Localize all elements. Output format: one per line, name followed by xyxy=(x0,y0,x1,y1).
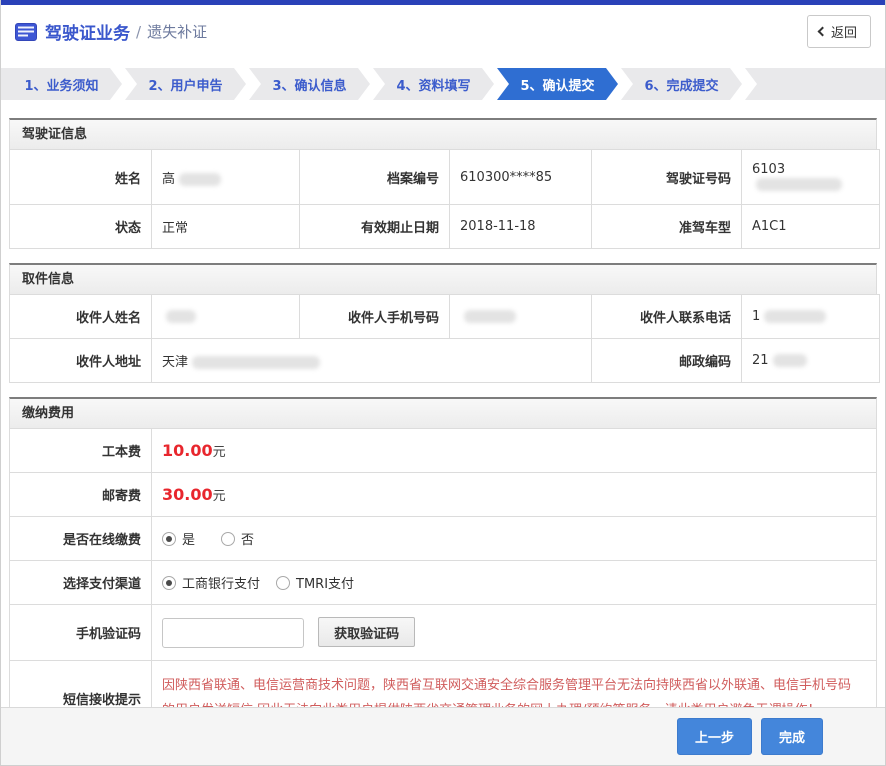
field-label-work-fee: 工本费 xyxy=(10,429,152,473)
table-row: 手机验证码 获取验证码 xyxy=(10,605,877,661)
section-license-info: 驾驶证信息 姓名 高 档案编号 610300****85 驾驶证号码 6103 … xyxy=(9,118,877,249)
table-row: 是否在线缴费 是 否 xyxy=(10,517,877,561)
field-value-recipient-address: 天津 xyxy=(152,339,592,383)
redacted-value xyxy=(192,356,320,369)
table-row: 收件人地址 天津 邮政编码 21 xyxy=(10,339,880,383)
chevron-left-icon xyxy=(818,27,828,37)
field-value-status: 正常 xyxy=(152,205,300,249)
section-title-license: 驾驶证信息 xyxy=(9,118,877,149)
field-label-file-no: 档案编号 xyxy=(300,150,450,205)
step-5-confirm-submit[interactable]: 5、确认提交 xyxy=(497,68,618,100)
field-value-recipient-phone: 1 xyxy=(742,295,880,339)
radio-online-pay-yes[interactable]: 是 xyxy=(162,529,195,548)
work-fee-unit: 元 xyxy=(213,445,226,460)
field-value-name: 高 xyxy=(152,150,300,205)
back-button[interactable]: 返回 xyxy=(807,15,871,48)
section-title-delivery: 取件信息 xyxy=(9,263,877,294)
radio-icon-checked[interactable] xyxy=(162,576,176,590)
field-label-status: 状态 xyxy=(10,205,152,249)
field-value-recipient-name xyxy=(152,295,300,339)
field-value-online-pay: 是 否 xyxy=(152,517,877,561)
sms-notice-text: 因陕西省联通、电信运营商技术问题，陕西省互联网交通安全综合服务管理平台无法向持陕… xyxy=(162,673,866,707)
radio-icon-unchecked[interactable] xyxy=(221,532,235,546)
previous-step-button[interactable]: 上一步 xyxy=(677,718,752,755)
post-fee-unit: 元 xyxy=(213,489,226,504)
step-progress-bar: 1、业务须知 2、用户申告 3、确认信息 4、资料填写 5、确认提交 6、完成提… xyxy=(1,68,885,100)
field-label-recipient-name: 收件人姓名 xyxy=(10,295,152,339)
field-label-license-no: 驾驶证号码 xyxy=(592,150,742,205)
step-4-fill-data[interactable]: 4、资料填写 xyxy=(373,68,494,100)
table-row: 状态 正常 有效期止日期 2018-11-18 准驾车型 A1C1 xyxy=(10,205,880,249)
field-label-name: 姓名 xyxy=(10,150,152,205)
breadcrumb-current: 遗失补证 xyxy=(147,21,207,42)
page-header: 驾驶证业务 / 遗失补证 返回 xyxy=(1,5,885,58)
main-content: 驾驶证信息 姓名 高 档案编号 610300****85 驾驶证号码 6103 … xyxy=(1,100,885,707)
redacted-value xyxy=(764,310,826,323)
work-fee-amount: 10.00 xyxy=(162,441,213,460)
redacted-value xyxy=(166,310,196,323)
radio-icon-unchecked[interactable] xyxy=(276,576,290,590)
field-label-vehicle-class: 准驾车型 xyxy=(592,205,742,249)
section-title-payment: 缴纳费用 xyxy=(9,397,877,428)
section-delivery-info: 取件信息 收件人姓名 收件人手机号码 收件人联系电话 1 收件人地址 天津 邮政… xyxy=(9,263,877,383)
sms-code-input[interactable] xyxy=(162,618,304,648)
field-label-sms-notice: 短信接收提示 xyxy=(10,661,152,708)
field-label-recipient-mobile: 收件人手机号码 xyxy=(300,295,450,339)
radio-icon-checked[interactable] xyxy=(162,532,176,546)
field-value-postal-code: 21 xyxy=(742,339,880,383)
post-fee-amount: 30.00 xyxy=(162,485,213,504)
radio-channel-icbc[interactable]: 工商银行支付 xyxy=(162,573,260,592)
table-row: 邮寄费 30.00元 xyxy=(10,473,877,517)
field-label-recipient-address: 收件人地址 xyxy=(10,339,152,383)
redacted-value xyxy=(179,173,221,186)
step-bar-filler xyxy=(745,68,885,100)
field-value-expiry: 2018-11-18 xyxy=(450,205,592,249)
get-code-button[interactable]: 获取验证码 xyxy=(318,617,415,647)
step-2-declaration[interactable]: 2、用户申告 xyxy=(125,68,246,100)
payment-table: 工本费 10.00元 邮寄费 30.00元 是否在线缴费 xyxy=(9,428,877,707)
field-label-postal-code: 邮政编码 xyxy=(592,339,742,383)
radio-channel-tmri[interactable]: TMRI支付 xyxy=(276,573,354,592)
page-title: 驾驶证业务 xyxy=(45,19,130,44)
page: 驾驶证业务 / 遗失补证 返回 1、业务须知 2、用户申告 3、确认信息 4、资… xyxy=(0,0,886,766)
field-value-recipient-mobile xyxy=(450,295,592,339)
table-row: 姓名 高 档案编号 610300****85 驾驶证号码 6103 xyxy=(10,150,880,205)
radio-online-pay-no[interactable]: 否 xyxy=(221,529,254,548)
field-value-work-fee: 10.00元 xyxy=(152,429,877,473)
field-label-expiry: 有效期止日期 xyxy=(300,205,450,249)
redacted-value xyxy=(756,178,842,191)
redacted-value xyxy=(773,354,807,367)
field-value-sms-notice: 因陕西省联通、电信运营商技术问题，陕西省互联网交通安全综合服务管理平台无法向持陕… xyxy=(152,661,877,708)
field-label-recipient-phone: 收件人联系电话 xyxy=(592,295,742,339)
field-value-license-no: 6103 xyxy=(742,150,880,205)
table-row: 工本费 10.00元 xyxy=(10,429,877,473)
step-6-complete[interactable]: 6、完成提交 xyxy=(621,68,742,100)
license-info-table: 姓名 高 档案编号 610300****85 驾驶证号码 6103 状态 正常 … xyxy=(9,149,880,249)
field-value-channel: 工商银行支付 TMRI支付 xyxy=(152,561,877,605)
table-row: 收件人姓名 收件人手机号码 收件人联系电话 1 xyxy=(10,295,880,339)
table-row: 短信接收提示 因陕西省联通、电信运营商技术问题，陕西省互联网交通安全综合服务管理… xyxy=(10,661,877,708)
field-value-sms-code: 获取验证码 xyxy=(152,605,877,661)
field-value-vehicle-class: A1C1 xyxy=(742,205,880,249)
redacted-value xyxy=(464,310,516,323)
step-3-confirm-info[interactable]: 3、确认信息 xyxy=(249,68,370,100)
table-row: 选择支付渠道 工商银行支付 TMRI支付 xyxy=(10,561,877,605)
field-label-sms-code: 手机验证码 xyxy=(10,605,152,661)
field-label-post-fee: 邮寄费 xyxy=(10,473,152,517)
field-label-online-pay: 是否在线缴费 xyxy=(10,517,152,561)
footer-actions: 上一步 完成 xyxy=(1,707,885,765)
field-value-file-no: 610300****85 xyxy=(450,150,592,205)
field-value-post-fee: 30.00元 xyxy=(152,473,877,517)
finish-button[interactable]: 完成 xyxy=(761,718,823,755)
breadcrumb-separator: / xyxy=(136,23,141,41)
field-label-channel: 选择支付渠道 xyxy=(10,561,152,605)
back-button-label: 返回 xyxy=(831,22,857,41)
card-list-icon xyxy=(15,23,37,41)
section-payment: 缴纳费用 工本费 10.00元 邮寄费 30.00元 是否在线缴费 xyxy=(9,397,877,707)
delivery-info-table: 收件人姓名 收件人手机号码 收件人联系电话 1 收件人地址 天津 邮政编码 21 xyxy=(9,294,880,383)
step-1-notice[interactable]: 1、业务须知 xyxy=(1,68,122,100)
